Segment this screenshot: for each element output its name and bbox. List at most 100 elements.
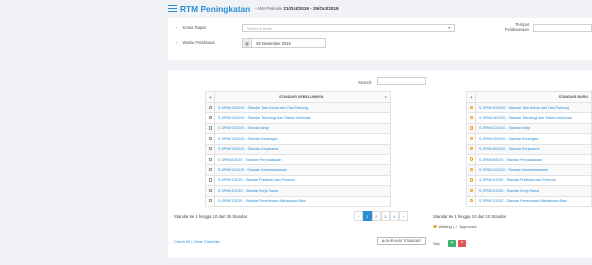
waiting-status-icon <box>470 136 474 141</box>
search-input[interactable] <box>377 77 426 85</box>
ketua-placeholder: Select a State <box>247 26 272 31</box>
standar-name[interactable]: S-SPMI/7/2019 - Standar Penerimaan Mahas… <box>214 195 391 207</box>
standar-name[interactable]: S-SPMI/15/2020 - Standar Kerjasama <box>475 143 592 155</box>
table-row[interactable]: S-SPMI/8/2020 - Standar Perpustakaan <box>466 153 592 166</box>
column-header-baru[interactable]: STANDAR BARU <box>475 91 592 103</box>
row-checkbox[interactable] <box>209 115 213 120</box>
row-checkbox[interactable] <box>209 147 213 151</box>
standar-name[interactable]: S-SPMI/3/2019 - Standar Kerja Sama <box>214 185 391 197</box>
row-checkbox[interactable] <box>209 199 213 203</box>
list-icon <box>168 5 177 12</box>
row-checkbox[interactable] <box>209 188 213 192</box>
table-info-left: Standar ke 1 hingga 10 dari 35 Standar <box>174 214 248 219</box>
table-row[interactable]: S-SPMI/3/2019 - Standar Kerja Sama <box>205 185 391 197</box>
standar-name[interactable]: S-SPMI/10/2019 - Standar Tata Kelola dan… <box>214 101 391 114</box>
period-range: 21/Oct/2019 - 25/Oct/2019 <box>283 6 339 11</box>
standar-name[interactable]: S-SPMI/11/2019 - Standar Kemahasiswaan <box>214 164 391 176</box>
filter-panel: › Ketua Rapat Select a State ▼ Tempat Pel… <box>168 18 592 60</box>
calendar-icon[interactable]: ▦ <box>242 38 252 48</box>
waktu-date-field[interactable]: ▦ 29 November 2019 <box>242 38 326 48</box>
standar-name[interactable]: S-SPMI/8/2020 - Standar Perpustakaan <box>475 153 592 166</box>
table-row[interactable]: S-SPMI/14/2019 - Standar Teknologi dan S… <box>205 112 391 124</box>
table-info-right: Standar ke 1 hingga 10 dari 10 Standar <box>433 214 507 219</box>
standar-name[interactable]: S-SPMI/1/2020 - Standar Publikasi dan Pr… <box>475 174 592 187</box>
legend-text: Waiting | ✓ Approved <box>438 224 477 229</box>
duplikat-standar-button[interactable]: ⧉ DUPLIKAT STANDAR <box>377 237 426 245</box>
ketua-label: Ketua Rapat <box>182 25 206 30</box>
table-row[interactable]: S-SPMI/15/2019 - Standar Kerjasama <box>205 143 391 155</box>
check-all-link[interactable]: Check All <box>174 239 190 244</box>
standar-name[interactable]: S-SPMI/10/2020 - Standar Tata Kelola dan… <box>475 101 592 114</box>
ketua-label-row: › Ketua Rapat <box>176 25 206 30</box>
copy-icon: ⧉ <box>382 239 385 243</box>
standar-name[interactable]: S-SPMI/14/2019 - Standar Teknologi dan S… <box>214 112 391 124</box>
tempat-label: Tempat Pelaksanaan <box>504 22 529 32</box>
chevron-right-icon: › <box>176 40 178 45</box>
skip-label: Skip <box>433 242 441 246</box>
row-checkbox[interactable] <box>209 105 213 109</box>
table-row[interactable]: S-SPMI/11/2019 - Standar Kemahasiswaan <box>205 164 391 176</box>
pagination: ‹ 1 2 3 4 › <box>353 211 408 221</box>
row-checkbox[interactable] <box>209 136 213 140</box>
row-checkbox[interactable] <box>209 178 213 182</box>
page-subtitle: - AMI Periode 21/Oct/2019 - 25/Oct/2019 <box>254 6 338 11</box>
table-row[interactable]: S-SPMI/11/2020 - Standar Kemahasiswaan <box>466 164 592 176</box>
waiting-status-icon <box>470 126 474 130</box>
table-row[interactable]: S-SPMI/10/2019 - Standar Tata Kelola dan… <box>205 101 391 114</box>
waktu-input[interactable]: 29 November 2019 <box>252 38 326 48</box>
table-row[interactable]: S-SPMI/3/2020 - Standar Kerja Sama <box>466 185 592 197</box>
waiting-status-icon <box>470 157 474 161</box>
standar-name[interactable]: S-SPMI/8/2019 - Standar Perpustakaan <box>214 153 391 166</box>
waktu-label-row: › Waktu Pelaksaan <box>176 40 215 45</box>
table-row[interactable]: S-SPMI/13/2019 - Standar Keuangan <box>205 133 391 145</box>
table-row[interactable]: S-SPMI/12/2019 - Standar Arsip <box>205 122 391 135</box>
pagination-next[interactable]: › <box>398 211 408 221</box>
expand-all-icon[interactable]: + <box>205 91 215 103</box>
table-row[interactable]: S-SPMI/1/2020 - Standar Publikasi dan Pr… <box>466 174 592 187</box>
row-checkbox[interactable] <box>209 157 213 161</box>
table-row[interactable]: S-SPMI/1/2019 - Standar Publikasi dan Pr… <box>205 174 391 187</box>
waiting-dot-icon <box>433 224 437 229</box>
standar-name[interactable]: S-SPMI/11/2020 - Standar Kemahasiswaan <box>475 164 592 176</box>
table-row[interactable]: S-SPMI/13/2020 - Standar Keuangan <box>466 133 592 145</box>
sort-icon: ⇅ <box>384 95 387 99</box>
table-standar-baru: + STANDAR BARU S-SPMI/10/2020 - Standar … <box>466 91 592 207</box>
standar-name[interactable]: S-SPMI/13/2019 - Standar Keuangan <box>214 133 391 145</box>
waiting-status-icon <box>470 105 474 109</box>
waiting-status-icon <box>470 188 474 193</box>
table-row[interactable]: S-SPMI/15/2020 - Standar Kerjasama <box>466 143 592 155</box>
period-prefix: - AMI Periode <box>254 6 283 11</box>
row-checkbox[interactable] <box>209 167 213 172</box>
standar-name[interactable]: S-SPMI/1/2019 - Standar Publikasi dan Pr… <box>214 174 391 187</box>
standar-name[interactable]: S-SPMI/12/2019 - Standar Arsip <box>214 122 391 135</box>
page-title: RTM Peningkatan <box>180 3 251 14</box>
ketua-select[interactable]: Select a State ▼ <box>242 24 455 32</box>
approve-button[interactable]: + <box>448 240 456 247</box>
table-row[interactable]: S-SPMI/14/2020 - Standar Teknologi dan S… <box>466 112 592 124</box>
standar-name[interactable]: S-SPMI/13/2020 - Standar Keuangan <box>475 133 592 145</box>
check-links: Check All | Clear Checklist <box>174 239 220 244</box>
table-row[interactable]: S-SPMI/12/2020 - Standar Arsip <box>466 122 592 135</box>
row-checkbox[interactable] <box>209 126 213 130</box>
table-standar-sebelumnya: + STANDAR SEBELUMNYA ⇅ S-SPMI/10/2019 - S… <box>205 91 391 207</box>
standar-name[interactable]: S-SPMI/3/2020 - Standar Kerja Sama <box>475 185 592 197</box>
reject-button[interactable]: × <box>458 240 466 247</box>
table-header-row: + STANDAR SEBELUMNYA ⇅ <box>205 91 391 103</box>
table-row[interactable]: S-SPMI/10/2020 - Standar Tata Kelola dan… <box>466 101 592 114</box>
table-row[interactable]: S-SPMI/7/2019 - Standar Penerimaan Mahas… <box>205 195 391 207</box>
waiting-status-icon <box>470 147 474 151</box>
standar-name[interactable]: S-SPMI/7/2020 - Standar Penerimaan Mahas… <box>475 195 592 207</box>
clear-checklist-link[interactable]: Clear Checklist <box>193 239 219 244</box>
waiting-status-icon <box>470 167 474 172</box>
table-row[interactable]: S-SPMI/7/2020 - Standar Penerimaan Mahas… <box>466 195 592 207</box>
standar-name[interactable]: S-SPMI/15/2019 - Standar Kerjasama <box>214 143 391 155</box>
search-label: Search: <box>358 80 373 85</box>
status-legend: Waiting | ✓ Approved <box>433 224 476 229</box>
standar-name[interactable]: S-SPMI/14/2020 - Standar Teknologi dan S… <box>475 112 592 124</box>
page-header: RTM Peningkatan - AMI Periode 21/Oct/201… <box>168 0 592 17</box>
table-row[interactable]: S-SPMI/8/2019 - Standar Perpustakaan <box>205 153 391 166</box>
column-header-sebelumnya[interactable]: STANDAR SEBELUMNYA ⇅ <box>214 91 391 103</box>
expand-all-icon[interactable]: + <box>466 91 476 103</box>
tempat-input[interactable] <box>533 24 592 32</box>
standar-name[interactable]: S-SPMI/12/2020 - Standar Arsip <box>475 122 592 135</box>
